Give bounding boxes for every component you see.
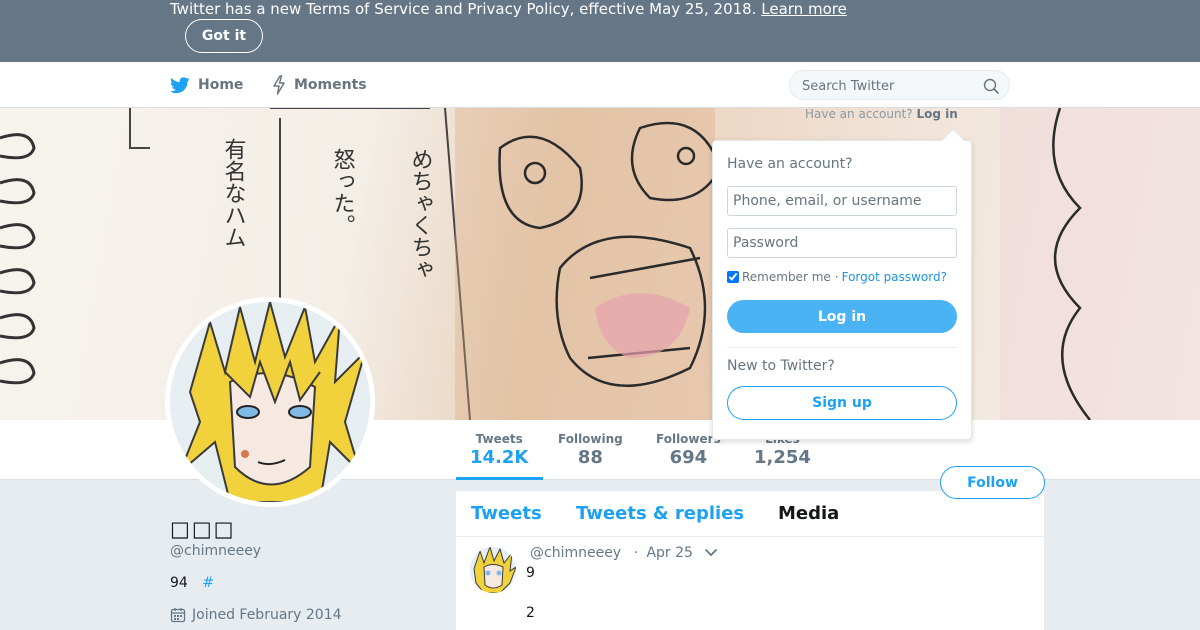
nav-moments-label: Moments — [294, 77, 367, 93]
chevron-down-icon[interactable] — [704, 548, 718, 558]
top-nav: Home Moments — [0, 62, 1200, 108]
remember-separator: · — [834, 270, 839, 284]
remember-checkbox[interactable] — [727, 271, 739, 283]
login-dropdown: Have an account? Remember me · Forgot pa… — [712, 128, 972, 440]
have-account-text: Have an account? — [805, 107, 913, 121]
profile-handle[interactable]: @chimneeey — [170, 543, 261, 559]
stat-label: Following — [558, 432, 623, 446]
stat-value: 694 — [669, 447, 708, 468]
tab-tweets[interactable]: Tweets — [471, 503, 542, 524]
username-field[interactable] — [727, 186, 957, 216]
tweet-avatar[interactable] — [470, 547, 516, 593]
remember-label[interactable]: Remember me — [742, 270, 831, 284]
got-it-button[interactable]: Got it — [185, 19, 263, 53]
tweet-meta: @chimneeey · Apr 25 — [530, 545, 693, 561]
header-text-1: めちゃくちゃ — [408, 148, 433, 280]
banner-text: Twitter has a new Terms of Service and P… — [170, 0, 757, 18]
tweet-date[interactable]: Apr 25 — [646, 545, 692, 561]
header-text-3: 有名なハム — [221, 138, 247, 248]
tweet-handle[interactable]: @chimneeey — [530, 545, 621, 561]
profile-joined: Joined February 2014 — [170, 607, 342, 623]
joined-text: Joined February 2014 — [192, 607, 342, 623]
learn-more-link[interactable]: Learn more — [761, 0, 847, 18]
nav-home-label: Home — [198, 77, 244, 93]
banner-message: Twitter has a new Terms of Service and P… — [170, 0, 847, 18]
twitter-bird-icon — [170, 76, 190, 93]
stat-value: 88 — [577, 447, 603, 468]
signup-button[interactable]: Sign up — [727, 386, 957, 420]
stat-value: 1,254 — [754, 447, 811, 468]
tab-media[interactable]: Media — [778, 503, 839, 524]
follow-button[interactable]: Follow — [940, 466, 1045, 499]
remember-row: Remember me · Forgot password? — [727, 270, 947, 284]
password-field[interactable] — [727, 228, 957, 258]
nav-home[interactable]: Home — [170, 62, 243, 108]
avatar-drawing — [170, 302, 370, 502]
login-button[interactable]: Log in — [727, 300, 957, 333]
stat-value: 14.2K — [470, 447, 529, 468]
search-icon[interactable] — [983, 78, 999, 94]
tweet-separator: · — [633, 545, 639, 561]
stat-following[interactable]: Following 88 — [558, 432, 623, 470]
tweet-avatar-drawing — [470, 547, 516, 593]
active-stat-indicator — [456, 477, 543, 480]
new-user-text: New to Twitter? — [727, 358, 835, 374]
nav-moments[interactable]: Moments — [272, 62, 367, 108]
header-text-2: 怒った。 — [330, 148, 356, 236]
bio-hashtag-link[interactable]: # — [202, 575, 214, 591]
profile-name: □□□ — [170, 517, 236, 541]
login-title: Have an account? — [727, 156, 853, 172]
search-input[interactable] — [802, 76, 972, 96]
search-box — [789, 70, 1010, 100]
stat-tweets[interactable]: Tweets 14.2K — [470, 432, 528, 470]
notice-banner: Twitter has a new Terms of Service and P… — [0, 0, 1200, 62]
forgot-password-link[interactable]: Forgot password? — [842, 270, 947, 284]
timeline: Tweets Tweets & replies Media @chimneeey… — [456, 491, 1044, 630]
lightning-icon — [273, 75, 285, 95]
tab-tweets-replies[interactable]: Tweets & replies — [576, 503, 744, 524]
divider — [727, 347, 957, 348]
tweet-text-line: 2 — [526, 605, 535, 621]
login-link[interactable]: Log in — [916, 107, 957, 121]
stat-label: Tweets — [475, 432, 523, 446]
profile-bio: 94 # — [170, 575, 214, 591]
bio-text: 94 — [170, 575, 188, 591]
tweet-text-line: 9 — [526, 565, 535, 581]
stat-label: Followers — [656, 432, 721, 446]
stat-followers[interactable]: Followers 694 — [656, 432, 721, 470]
profile-avatar[interactable] — [165, 297, 375, 507]
have-account-prompt[interactable]: Have an account? Log in — [805, 107, 958, 121]
tweet[interactable]: @chimneeey · Apr 25 9 2 — [456, 537, 1044, 630]
calendar-icon — [170, 608, 186, 623]
